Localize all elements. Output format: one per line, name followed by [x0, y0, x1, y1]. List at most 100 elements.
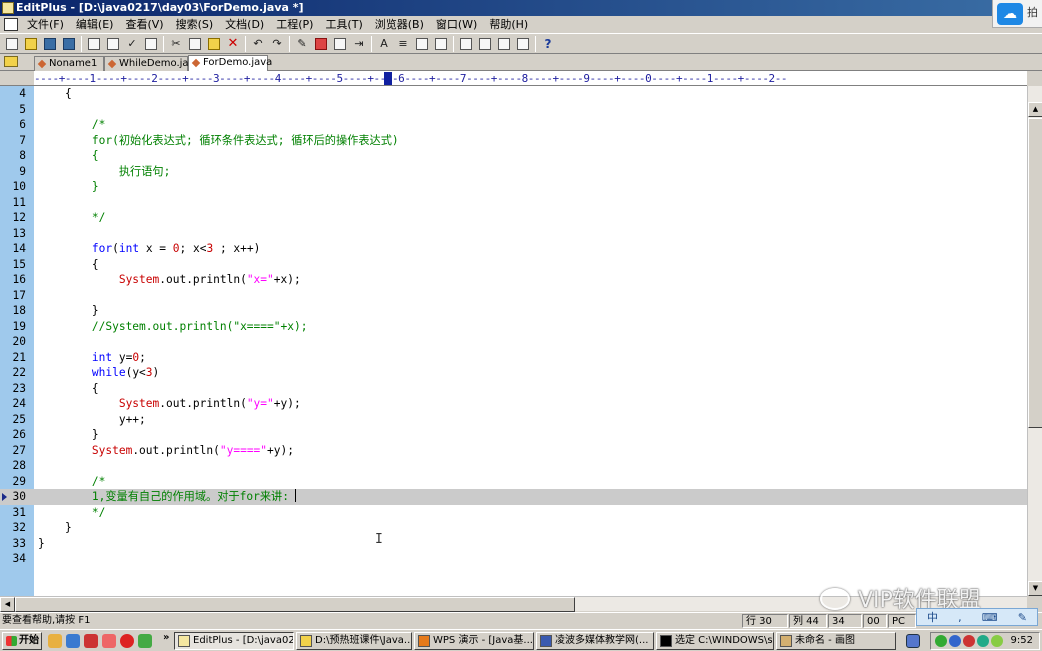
- code-line[interactable]: 21 int y=0;: [0, 350, 1027, 366]
- code-line[interactable]: 32 }: [0, 520, 1027, 536]
- spell-check-icon[interactable]: ✓: [124, 36, 140, 52]
- menu-help[interactable]: 帮助(H): [483, 16, 534, 33]
- code-line[interactable]: 13: [0, 226, 1027, 242]
- goto-icon[interactable]: [332, 36, 348, 52]
- code-line[interactable]: 29 /*: [0, 474, 1027, 490]
- menu-search[interactable]: 搜索(S): [170, 16, 220, 33]
- quicklaunch-folder-icon[interactable]: [48, 634, 62, 648]
- copy-icon[interactable]: [187, 36, 203, 52]
- code-line[interactable]: 34: [0, 551, 1027, 567]
- ime-soft-keyboard-icon[interactable]: ⌨: [982, 611, 998, 624]
- code-line[interactable]: 23 {: [0, 381, 1027, 397]
- quicklaunch-flash-icon[interactable]: [102, 634, 116, 648]
- code-line[interactable]: 11: [0, 195, 1027, 211]
- code-line[interactable]: 5: [0, 102, 1027, 118]
- taskbar-editplus[interactable]: EditPlus - [D:\java021...: [174, 632, 294, 650]
- code-line[interactable]: 8 {: [0, 148, 1027, 164]
- ime-toolbar[interactable]: 中 , ⌨ ✎: [916, 608, 1038, 626]
- scroll-up-button[interactable]: ▲: [1028, 102, 1042, 117]
- code-editor[interactable]: 4 {5 6 /* 7 for(初始化表达式; 循环条件表达式; 循环后的操作表达式…: [0, 86, 1027, 596]
- quicklaunch-media-icon[interactable]: [120, 634, 134, 648]
- code-line[interactable]: 17: [0, 288, 1027, 304]
- taskbar-paint[interactable]: 未命名 - 画图: [776, 632, 896, 650]
- quicklaunch-ie-icon[interactable]: [66, 634, 80, 648]
- ime-settings-icon[interactable]: ✎: [1018, 611, 1027, 624]
- code-line[interactable]: 7 for(初始化表达式; 循环条件表达式; 循环后的操作表达式): [0, 133, 1027, 149]
- menu-browser[interactable]: 浏览器(B): [369, 16, 430, 33]
- menu-window[interactable]: 窗口(W): [430, 16, 483, 33]
- code-line[interactable]: 26 }: [0, 427, 1027, 443]
- code-line[interactable]: 12 */: [0, 210, 1027, 226]
- paste-icon[interactable]: [206, 36, 222, 52]
- code-line[interactable]: 25 y++;: [0, 412, 1027, 428]
- quicklaunch-more-icon[interactable]: »: [163, 632, 169, 643]
- menu-document[interactable]: 文档(D): [219, 16, 270, 33]
- column-icon[interactable]: ⇥: [351, 36, 367, 52]
- code-line[interactable]: 22 while(y<3): [0, 365, 1027, 381]
- code-line[interactable]: 33}: [0, 536, 1027, 552]
- code-line-current[interactable]: 30 1,变量有自己的作用域。对于for来讲:: [0, 489, 1027, 505]
- line-number-icon[interactable]: [433, 36, 449, 52]
- tab-noname1[interactable]: Noname1: [34, 56, 104, 71]
- undo-icon[interactable]: ↶: [250, 36, 266, 52]
- print-preview-icon[interactable]: [86, 36, 102, 52]
- quicklaunch-app-icon[interactable]: [84, 634, 98, 648]
- code-line[interactable]: 18 }: [0, 303, 1027, 319]
- tile-icon[interactable]: [477, 36, 493, 52]
- tray-ime-icon[interactable]: [949, 635, 961, 647]
- clipboard-icon[interactable]: [143, 36, 159, 52]
- code-line[interactable]: 24 System.out.println("y="+y);: [0, 396, 1027, 412]
- code-line[interactable]: 31 */: [0, 505, 1027, 521]
- code-line[interactable]: 4 {: [0, 86, 1027, 102]
- quicklaunch-msn-icon[interactable]: [138, 634, 152, 648]
- tab-fordemo[interactable]: ForDemo.java: [188, 55, 272, 71]
- code-line[interactable]: 9 执行语句;: [0, 164, 1027, 180]
- print-icon[interactable]: [105, 36, 121, 52]
- vertical-scroll-thumb[interactable]: [1028, 118, 1042, 428]
- tray-shield-icon[interactable]: [977, 635, 989, 647]
- preview-icon[interactable]: [515, 36, 531, 52]
- taskbar-wps[interactable]: WPS 演示 - [Java基...: [414, 632, 534, 650]
- taskbar-explorer[interactable]: D:\预热班课件\Java...: [296, 632, 412, 650]
- vertical-scrollbar[interactable]: ▲ ▼: [1027, 86, 1042, 596]
- code-line[interactable]: 15 {: [0, 257, 1027, 273]
- find-icon[interactable]: ✎: [294, 36, 310, 52]
- save-icon[interactable]: [42, 36, 58, 52]
- cut-icon[interactable]: ✂: [168, 36, 184, 52]
- ime-punct-icon[interactable]: ,: [958, 611, 962, 624]
- code-line[interactable]: 19 //System.out.println("x===="+x);: [0, 319, 1027, 335]
- replace-icon[interactable]: [313, 36, 329, 52]
- horizontal-scroll-thumb[interactable]: [15, 597, 575, 612]
- wordwrap-icon[interactable]: ≡: [395, 36, 411, 52]
- code-line[interactable]: 27 System.out.println("y===="+y);: [0, 443, 1027, 459]
- tab-whiledemo[interactable]: WhileDemo.java: [104, 56, 201, 71]
- scroll-down-button[interactable]: ▼: [1028, 581, 1042, 596]
- save-all-icon[interactable]: [61, 36, 77, 52]
- menu-file[interactable]: 文件(F): [21, 16, 70, 33]
- directory-toggle-icon[interactable]: [4, 56, 18, 67]
- window-icon[interactable]: [458, 36, 474, 52]
- code-line[interactable]: 10 }: [0, 179, 1027, 195]
- font-icon[interactable]: A: [376, 36, 392, 52]
- code-line[interactable]: 28: [0, 458, 1027, 474]
- delete-icon[interactable]: ✕: [225, 36, 241, 52]
- ime-mode-icon[interactable]: 中: [927, 609, 938, 625]
- open-icon[interactable]: [23, 36, 39, 52]
- tray-security-icon[interactable]: [963, 635, 975, 647]
- cloud-badge[interactable]: ☁ 拍: [992, 0, 1042, 28]
- tray-volume-icon[interactable]: [991, 635, 1003, 647]
- scroll-left-button[interactable]: ◀: [0, 597, 15, 612]
- taskbar-lingbo[interactable]: 凌波多媒体教学网(...: [536, 632, 654, 650]
- taskbar-extra-icon[interactable]: [906, 634, 920, 648]
- taskbar-cmd[interactable]: 选定 C:\WINDOWS\s...: [656, 632, 774, 650]
- code-line[interactable]: 6 /*: [0, 117, 1027, 133]
- start-button[interactable]: 开始: [2, 632, 42, 650]
- new-file-icon[interactable]: [4, 36, 20, 52]
- menu-project[interactable]: 工程(P): [270, 16, 319, 33]
- browser-icon[interactable]: [496, 36, 512, 52]
- code-line[interactable]: 20: [0, 334, 1027, 350]
- help-icon[interactable]: ?: [540, 36, 556, 52]
- menu-view[interactable]: 查看(V): [119, 16, 169, 33]
- redo-icon[interactable]: ↷: [269, 36, 285, 52]
- menu-tools[interactable]: 工具(T): [319, 16, 368, 33]
